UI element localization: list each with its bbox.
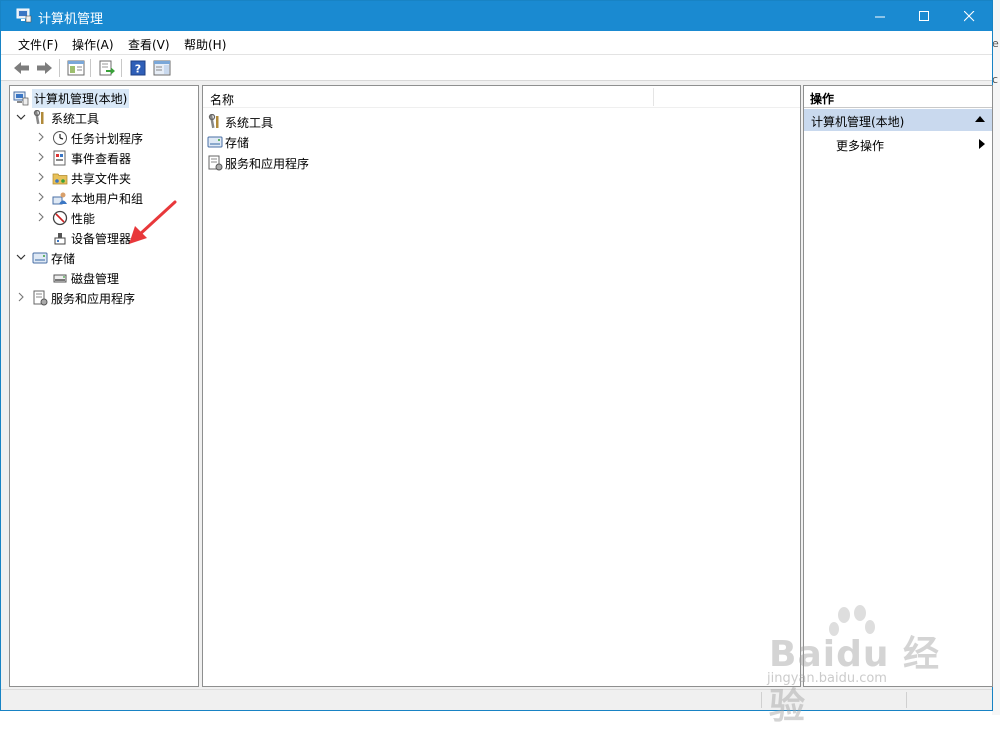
users-icon — [52, 190, 68, 206]
device-manager-icon — [52, 230, 68, 246]
column-header: 名称 — [203, 86, 800, 108]
tree-item-label: 任务计划程序 — [71, 131, 144, 146]
tree-item-label: 系统工具 — [51, 111, 100, 126]
performance-icon — [52, 210, 68, 226]
toolbar-separator — [59, 59, 60, 77]
maximize-button[interactable] — [901, 1, 947, 31]
collapse-up-icon[interactable] — [975, 116, 985, 122]
tree-item-performance[interactable]: 性能 — [34, 208, 95, 228]
list-item-label: 系统工具 — [225, 115, 274, 130]
chevron-right-icon[interactable] — [34, 172, 48, 185]
chevron-right-icon[interactable] — [34, 192, 48, 205]
more-actions-item[interactable]: 更多操作 — [804, 133, 992, 155]
actions-section-label: 计算机管理(本地) — [811, 115, 905, 129]
menu-file[interactable]: 文件(F) — [18, 36, 58, 53]
tree-item-label: 共享文件夹 — [71, 171, 132, 186]
console-tree-pane: 计算机管理(本地) 系统工具 任务计划程序 事件查看器 共享文件夹 本地用户和组… — [9, 85, 199, 687]
menu-action[interactable]: 操作(A) — [72, 36, 114, 53]
title-bar: 计算机管理 — [1, 1, 992, 31]
chevron-right-icon[interactable] — [14, 292, 28, 305]
tree-item-label: 服务和应用程序 — [51, 291, 136, 306]
help-icon[interactable]: ? — [128, 58, 148, 78]
tree-item-root[interactable]: 计算机管理(本地) — [13, 88, 130, 108]
tools-icon — [207, 114, 223, 130]
list-item-label: 服务和应用程序 — [225, 156, 310, 171]
tree-item-disk-management[interactable]: 磁盘管理 — [52, 268, 119, 288]
tree-item-system-tools[interactable]: 系统工具 — [14, 108, 99, 128]
tree-item-event-viewer[interactable]: 事件查看器 — [34, 148, 131, 168]
annotation-arrow — [129, 200, 177, 244]
list-item-label: 存储 — [225, 135, 250, 150]
toolbar-separator — [90, 59, 91, 77]
computer-management-icon — [16, 8, 32, 23]
toolbar-separator — [121, 59, 122, 77]
svg-text:?: ? — [135, 63, 141, 76]
services-icon — [207, 155, 223, 171]
tree-item-storage[interactable]: 存储 — [14, 248, 75, 268]
submenu-arrow-icon — [979, 139, 985, 149]
window-title: 计算机管理 — [38, 12, 104, 27]
tree-item-label: 计算机管理(本地) — [32, 88, 130, 108]
column-name-header[interactable]: 名称 — [210, 91, 234, 108]
column-divider[interactable] — [653, 88, 654, 106]
list-item[interactable]: 系统工具 — [207, 112, 273, 132]
chevron-down-icon[interactable] — [14, 252, 28, 265]
chevron-right-icon[interactable] — [34, 132, 48, 145]
chevron-right-icon[interactable] — [34, 152, 48, 165]
tree-item-task-scheduler[interactable]: 任务计划程序 — [34, 128, 143, 148]
disk-icon — [52, 270, 68, 286]
actions-header: 操作 — [804, 86, 992, 108]
actions-title: 操作 — [810, 92, 835, 106]
status-divider — [761, 692, 762, 708]
clock-icon — [52, 130, 68, 146]
watermark: Baidu 经验 jingyan.baidu.com — [764, 605, 964, 727]
export-list-icon[interactable] — [97, 58, 117, 78]
menu-view[interactable]: 查看(V) — [128, 36, 170, 53]
tree-item-services-apps[interactable]: 服务和应用程序 — [14, 288, 135, 308]
computer-management-window: 计算机管理 文件(F) 操作(A) 查看(V) 帮助(H) ? 计算机管理(本地… — [0, 0, 993, 727]
minimize-button[interactable] — [857, 1, 903, 31]
tree-item-label: 设备管理器 — [71, 231, 132, 246]
storage-icon — [207, 134, 223, 150]
tools-icon — [32, 110, 48, 126]
background-text-fragment: e — [992, 37, 999, 50]
services-icon — [32, 290, 48, 306]
action-pane-icon[interactable] — [152, 58, 172, 78]
computer-management-icon — [13, 90, 29, 106]
show-hide-console-tree-icon[interactable] — [66, 58, 86, 78]
tree-item-label: 性能 — [71, 211, 96, 226]
actions-section-header[interactable]: 计算机管理(本地) — [804, 109, 992, 131]
tree-item-shared-folders[interactable]: 共享文件夹 — [34, 168, 131, 188]
more-actions-label: 更多操作 — [836, 139, 885, 153]
list-item[interactable]: 服务和应用程序 — [207, 153, 309, 173]
shared-folder-icon — [52, 170, 68, 186]
event-viewer-icon — [52, 150, 68, 166]
forward-icon[interactable] — [34, 58, 54, 78]
toolbar: ? — [1, 55, 992, 81]
chevron-right-icon[interactable] — [34, 212, 48, 225]
back-icon[interactable] — [12, 58, 32, 78]
actions-pane: 操作 计算机管理(本地) 更多操作 — [803, 85, 993, 687]
storage-icon — [32, 250, 48, 266]
background-text-fragment: c — [992, 73, 999, 86]
tree-item-label: 存储 — [51, 251, 76, 266]
tree-item-device-manager[interactable]: 设备管理器 — [52, 228, 131, 248]
tree-item-label: 事件查看器 — [71, 151, 132, 166]
results-pane: 名称 系统工具 存储 服务和应用程序 — [202, 85, 801, 687]
chevron-down-icon[interactable] — [14, 112, 28, 125]
close-button[interactable] — [946, 1, 992, 31]
watermark-url: jingyan.baidu.com — [767, 671, 887, 686]
list-item[interactable]: 存储 — [207, 132, 249, 152]
menu-help[interactable]: 帮助(H) — [184, 36, 226, 53]
tree-item-label: 磁盘管理 — [71, 271, 120, 286]
background-window-edge: e c — [992, 0, 1000, 715]
menu-bar: 文件(F) 操作(A) 查看(V) 帮助(H) — [1, 31, 992, 55]
